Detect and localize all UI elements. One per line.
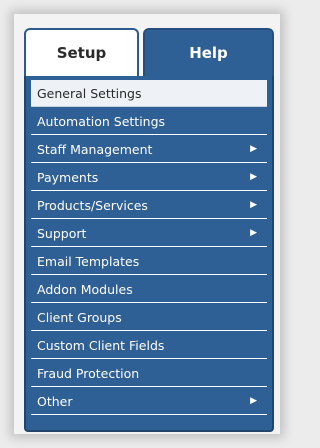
menu-item-label: Products/Services: [37, 197, 148, 213]
menu-item-email-templates[interactable]: Email Templates: [31, 248, 267, 275]
menu-item-label: Fraud Protection: [37, 365, 140, 381]
menu-item-label: Payments: [37, 169, 99, 185]
submenu-arrow-icon: ▶: [250, 395, 257, 406]
menu-item-label: Support: [37, 225, 87, 241]
menu-item-support[interactable]: Support ▶: [31, 220, 267, 247]
menu-item-label: Email Templates: [37, 253, 140, 269]
menu-item-label: General Settings: [37, 85, 142, 101]
menu-item-products-services[interactable]: Products/Services ▶: [31, 192, 267, 219]
menu-item-general-settings[interactable]: General Settings: [31, 80, 267, 107]
menu-item-label: Custom Client Fields: [37, 337, 165, 353]
tabs-bar: Setup Help: [24, 28, 274, 76]
setup-dropdown-menu: General Settings Automation Settings Sta…: [24, 76, 274, 432]
menu-item-label: Client Groups: [37, 309, 122, 325]
menu-item-staff-management[interactable]: Staff Management ▶: [31, 136, 267, 163]
menu-item-custom-client-fields[interactable]: Custom Client Fields: [31, 332, 267, 359]
menu-item-addon-modules[interactable]: Addon Modules: [31, 276, 267, 303]
submenu-arrow-icon: ▶: [250, 143, 257, 154]
submenu-arrow-icon: ▶: [250, 171, 257, 182]
menu-item-label: Other: [37, 393, 73, 409]
menu-item-other[interactable]: Other ▶: [31, 388, 267, 415]
menu-item-fraud-protection[interactable]: Fraud Protection: [31, 360, 267, 387]
menu-item-label: Staff Management: [37, 141, 153, 157]
menu-item-automation-settings[interactable]: Automation Settings: [31, 108, 267, 135]
tab-help[interactable]: Help: [143, 28, 274, 76]
submenu-arrow-icon: ▶: [250, 199, 257, 210]
menu-item-label: Addon Modules: [37, 281, 133, 297]
menu-item-label: Automation Settings: [37, 113, 166, 129]
submenu-arrow-icon: ▶: [250, 227, 257, 238]
menu-item-client-groups[interactable]: Client Groups: [31, 304, 267, 331]
tab-setup[interactable]: Setup: [24, 28, 139, 76]
menu-item-payments[interactable]: Payments ▶: [31, 164, 267, 191]
